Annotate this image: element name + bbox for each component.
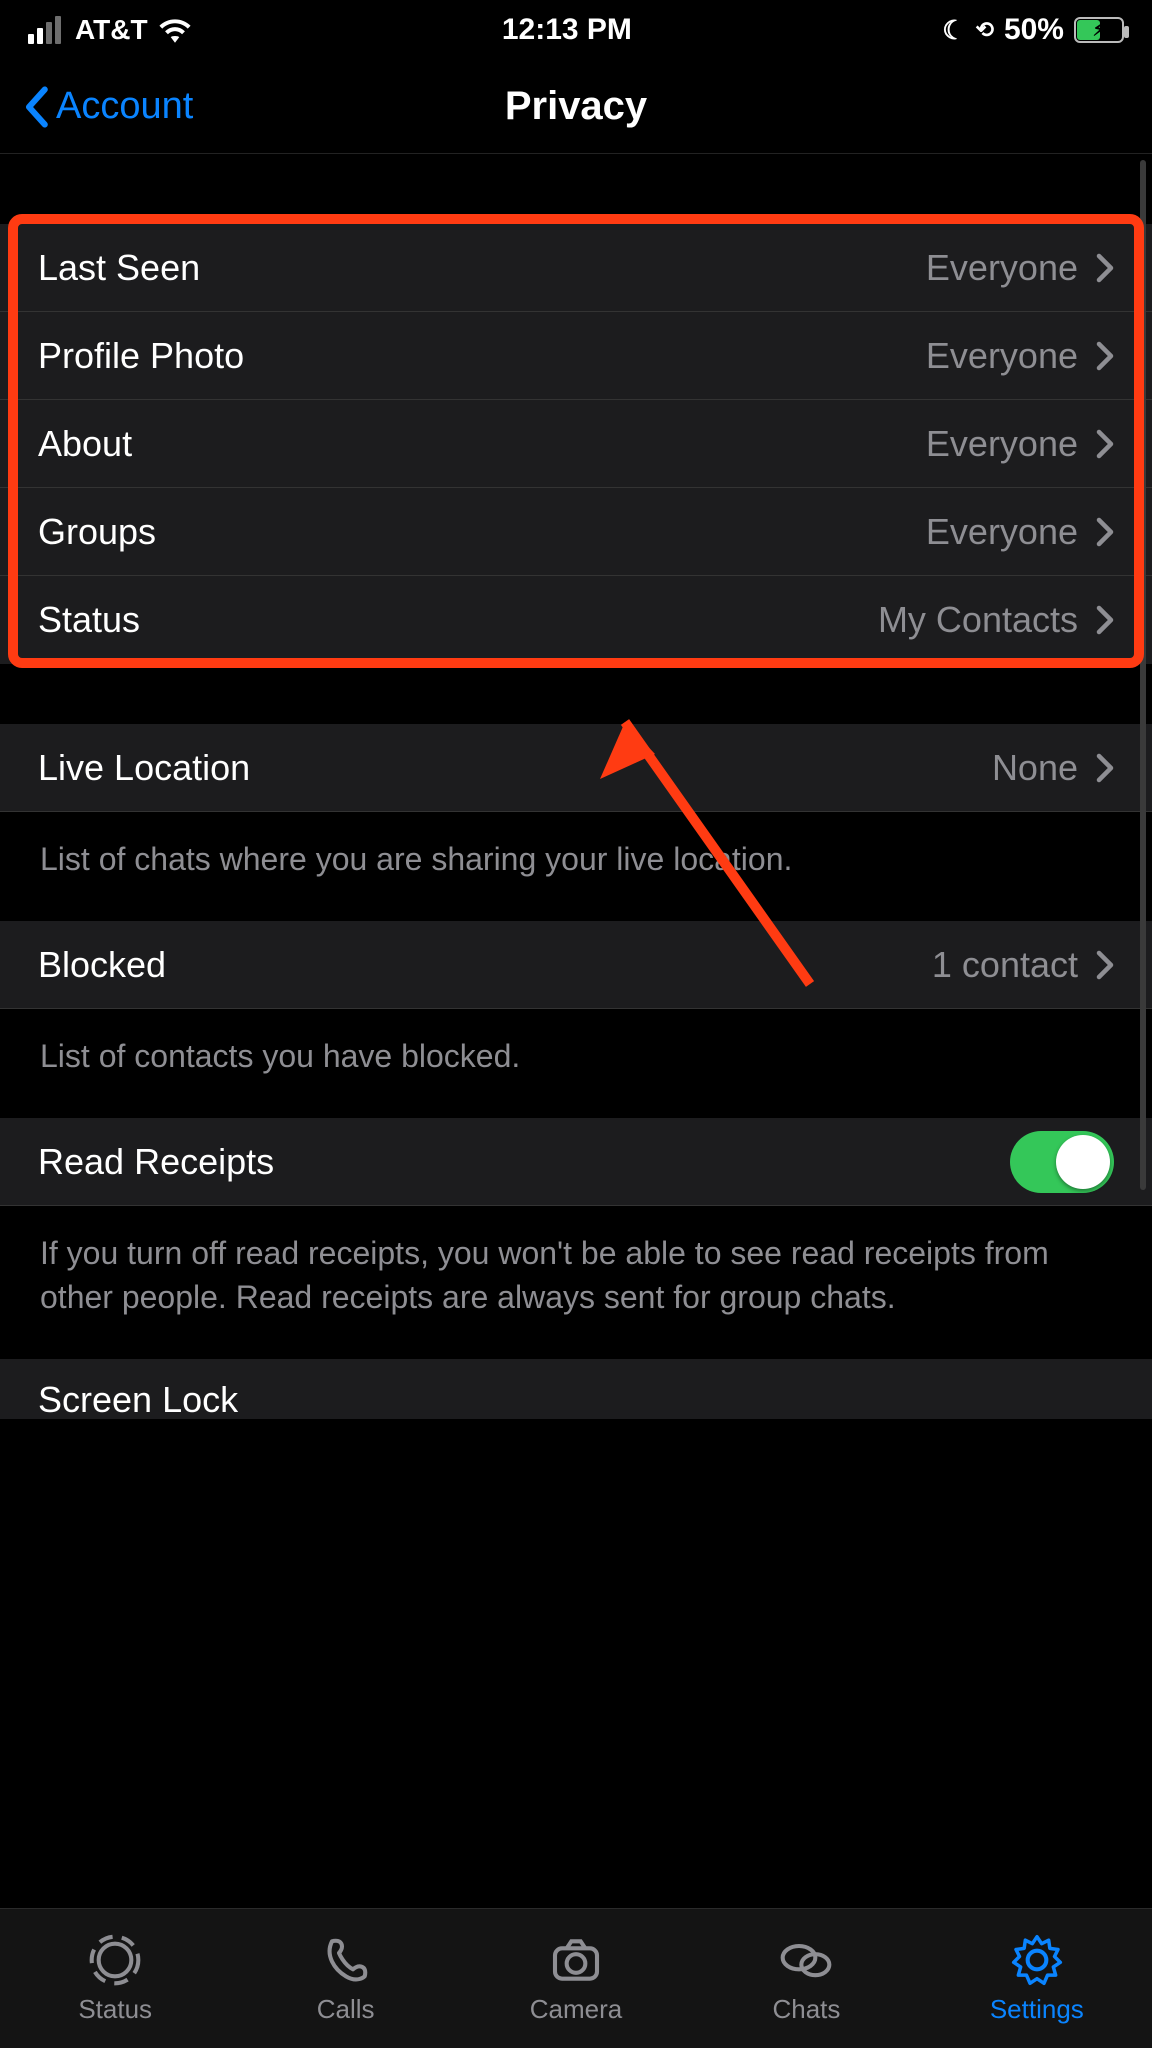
row-value: Everyone — [926, 423, 1078, 465]
row-label: Blocked — [38, 944, 166, 986]
row-value: Everyone — [926, 335, 1078, 377]
row-value: Everyone — [926, 511, 1078, 553]
row-status[interactable]: Status My Contacts — [0, 576, 1152, 664]
phone-icon — [318, 1932, 374, 1988]
chevron-right-icon — [1096, 341, 1114, 371]
back-label: Account — [56, 85, 193, 128]
blocked-footer: List of contacts you have blocked. — [0, 1009, 1152, 1118]
chevron-right-icon — [1096, 753, 1114, 783]
camera-icon — [548, 1932, 604, 1988]
scrollbar[interactable] — [1140, 160, 1146, 1190]
tab-label: Chats — [772, 1994, 840, 2025]
rotation-lock-icon: ⟲ — [976, 17, 994, 43]
chevron-right-icon — [1096, 253, 1114, 283]
read-receipts-footer: If you turn off read receipts, you won't… — [0, 1206, 1152, 1358]
gear-icon — [1009, 1932, 1065, 1988]
row-screen-lock[interactable]: Screen Lock — [0, 1359, 1152, 1419]
dnd-moon-icon: ☾ — [942, 15, 965, 46]
row-label: About — [38, 423, 132, 465]
nav-header: Account Privacy — [0, 60, 1152, 154]
row-value: 1 contact — [932, 944, 1078, 986]
signal-bars-icon — [28, 16, 61, 44]
row-profile-photo[interactable]: Profile Photo Everyone — [0, 312, 1152, 400]
chevron-right-icon — [1096, 429, 1114, 459]
row-label: Last Seen — [38, 247, 200, 289]
back-button[interactable]: Account — [0, 85, 193, 128]
read-receipts-toggle[interactable] — [1010, 1131, 1114, 1193]
row-label: Read Receipts — [38, 1141, 274, 1183]
status-time: 12:13 PM — [502, 13, 632, 47]
chevron-right-icon — [1096, 517, 1114, 547]
privacy-visibility-group: Last Seen Everyone Profile Photo Everyon… — [0, 224, 1152, 664]
carrier-label: AT&T — [75, 14, 148, 46]
tab-chats[interactable]: Chats — [691, 1909, 921, 2048]
status-icon — [87, 1932, 143, 1988]
status-bar: AT&T 12:13 PM ☾ ⟲ 50% ⚡︎ — [0, 0, 1152, 60]
chats-icon — [778, 1932, 834, 1988]
row-label: Status — [38, 599, 140, 641]
chevron-right-icon — [1096, 605, 1114, 635]
row-value: My Contacts — [878, 599, 1078, 641]
chevron-right-icon — [1096, 950, 1114, 980]
tab-bar: Status Calls Camera Chats Settings — [0, 1908, 1152, 2048]
chevron-left-icon — [22, 86, 50, 128]
tab-settings[interactable]: Settings — [922, 1909, 1152, 2048]
battery-percent: 50% — [1004, 13, 1064, 47]
row-label: Live Location — [38, 747, 250, 789]
tab-calls[interactable]: Calls — [230, 1909, 460, 2048]
row-about[interactable]: About Everyone — [0, 400, 1152, 488]
row-value: None — [992, 747, 1078, 789]
tab-label: Calls — [317, 1994, 375, 2025]
tab-status[interactable]: Status — [0, 1909, 230, 2048]
row-live-location[interactable]: Live Location None — [0, 724, 1152, 812]
live-location-footer: List of chats where you are sharing your… — [0, 812, 1152, 921]
tab-camera[interactable]: Camera — [461, 1909, 691, 2048]
row-read-receipts: Read Receipts — [0, 1118, 1152, 1206]
tab-label: Camera — [530, 1994, 622, 2025]
row-value: Everyone — [926, 247, 1078, 289]
battery-icon: ⚡︎ — [1074, 17, 1124, 43]
row-label: Profile Photo — [38, 335, 244, 377]
row-label: Screen Lock — [38, 1379, 238, 1419]
tab-label: Settings — [990, 1994, 1084, 2025]
row-blocked[interactable]: Blocked 1 contact — [0, 921, 1152, 1009]
wifi-icon — [158, 17, 192, 43]
row-last-seen[interactable]: Last Seen Everyone — [0, 224, 1152, 312]
tab-label: Status — [78, 1994, 152, 2025]
content-scroll[interactable]: Last Seen Everyone Profile Photo Everyon… — [0, 154, 1152, 1908]
row-groups[interactable]: Groups Everyone — [0, 488, 1152, 576]
row-label: Groups — [38, 511, 156, 553]
